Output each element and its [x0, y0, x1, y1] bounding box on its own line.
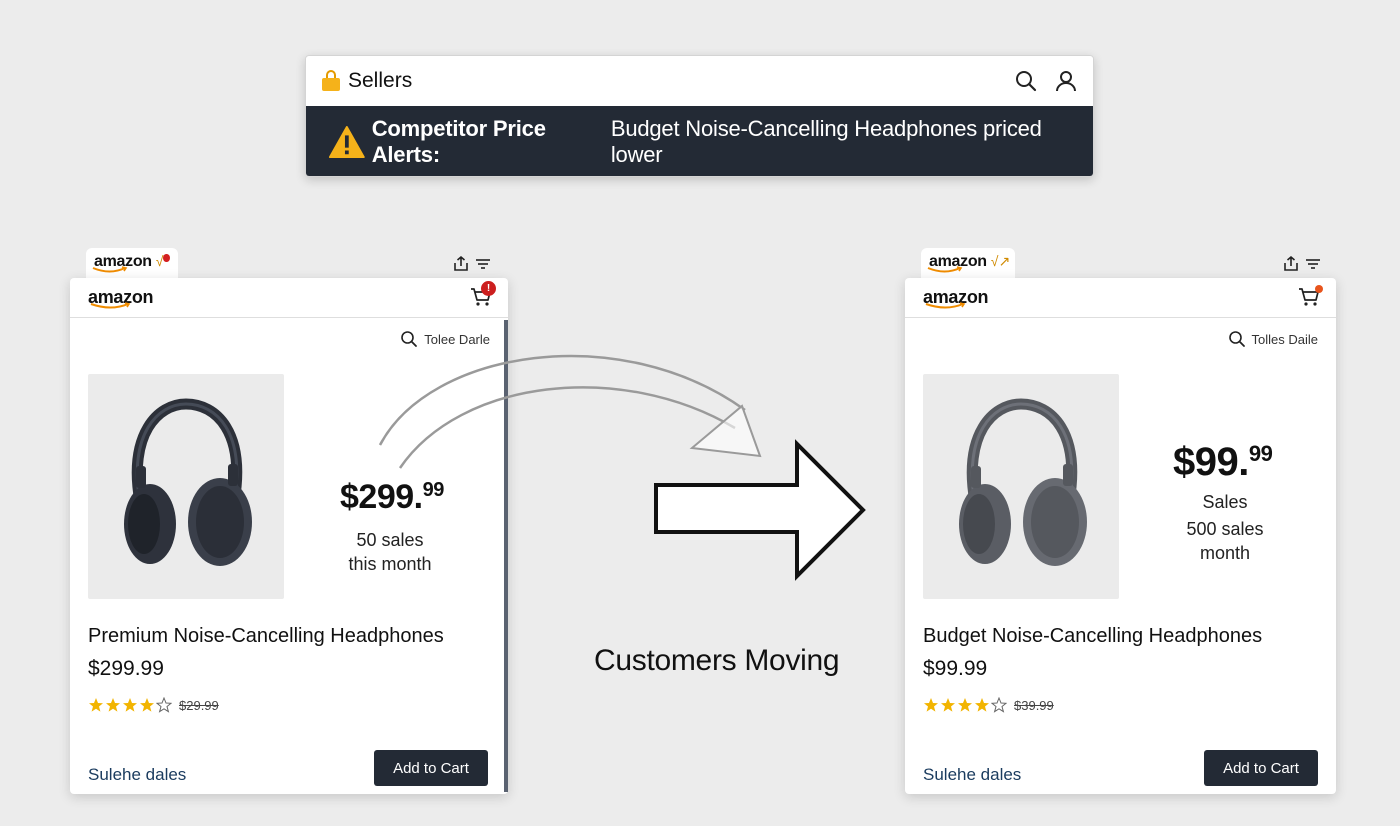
tab-check-mark: √ — [155, 253, 164, 269]
share-icon[interactable] — [1282, 255, 1300, 273]
price-cents: 99 — [1248, 441, 1273, 466]
sales-line-2: 500 sales — [1186, 519, 1264, 539]
shopping-bag-icon — [322, 70, 340, 91]
right-product-window: amazon Tolles Daile $99.99 Sales 500 sal… — [905, 278, 1336, 794]
rating-stars — [923, 697, 1008, 713]
right-toolbar-icons — [1282, 255, 1322, 273]
sales-line-3: month — [1199, 543, 1251, 563]
search-icon[interactable] — [1013, 68, 1039, 94]
seller-alert-window: Sellers Competitor Price Alerts: Budget … — [305, 55, 1094, 177]
search-row[interactable]: Tolles Daile — [1228, 330, 1318, 348]
alert-message: Budget Noise-Cancelling Headphones price… — [610, 116, 1042, 167]
left-browser-tab[interactable]: amazon √ — [86, 248, 178, 282]
price-main: $99. — [1173, 440, 1249, 484]
rating-row: $29.99 — [88, 697, 219, 713]
search-text: Tolles Daile — [1251, 331, 1318, 347]
block-arrow — [654, 439, 866, 581]
star-filled-icon — [140, 698, 154, 712]
amazon-smile-logo — [90, 302, 131, 309]
product-name[interactable]: Premium Noise-Cancelling Headphones — [88, 625, 444, 648]
premium-headphones-image[interactable] — [88, 374, 284, 599]
amazon-smile-logo — [925, 302, 966, 309]
product-price: $99.99 — [923, 657, 988, 680]
sales-line-1: Sales — [1202, 492, 1248, 512]
filter-icon[interactable] — [474, 255, 492, 273]
big-price: $99.99 — [1173, 440, 1273, 485]
customers-moving-label: Customers Moving — [594, 644, 840, 677]
product-name[interactable]: Budget Noise-Cancelling Headphones — [923, 625, 1262, 648]
amazon-smile-logo — [927, 266, 963, 273]
seller-title: Sellers — [348, 69, 413, 92]
star-filled-icon — [975, 698, 989, 712]
right-browser-tab[interactable]: amazon √↗ — [921, 248, 1015, 282]
budget-headphones-image[interactable] — [923, 374, 1119, 599]
star-filled-icon — [123, 698, 137, 712]
product-price: $299.99 — [88, 657, 164, 680]
filter-icon[interactable] — [1304, 255, 1322, 273]
headphones-icon — [959, 398, 1087, 566]
tab-check-mark: √↗ — [990, 253, 1011, 269]
tab-notification-dot — [163, 254, 170, 262]
star-filled-icon — [924, 698, 938, 712]
user-account-icon[interactable] — [1053, 68, 1079, 94]
star-filled-icon — [106, 698, 120, 712]
add-to-cart-button[interactable]: Add to Cart — [1204, 750, 1318, 786]
warning-icon — [328, 125, 365, 159]
alert-label: Competitor Price Alerts: — [371, 116, 546, 167]
star-filled-icon — [941, 698, 955, 712]
share-icon[interactable] — [452, 255, 470, 273]
cart-notification-dot — [1315, 285, 1323, 293]
rating-stars — [88, 697, 173, 713]
footer-link[interactable]: Sulehe dales — [88, 765, 186, 785]
star-filled-icon — [958, 698, 972, 712]
star-empty-icon — [991, 697, 1007, 713]
customer-flow-graphic — [378, 354, 866, 581]
sales-info: Sales 500 sales month — [1165, 490, 1285, 565]
star-filled-icon — [89, 698, 103, 712]
cart-alert-badge: ! — [481, 281, 496, 296]
right-window-header: amazon — [905, 278, 1336, 318]
add-to-cart-button[interactable]: Add to Cart — [374, 750, 488, 786]
seller-header-bar: Sellers — [306, 56, 1093, 106]
footer-link[interactable]: Sulehe dales — [923, 765, 1021, 785]
old-price: $29.99 — [179, 697, 219, 713]
headphones-icon — [124, 398, 252, 566]
left-toolbar-icons — [452, 255, 492, 273]
left-window-header: amazon ! — [70, 278, 508, 318]
amazon-smile-logo — [92, 266, 128, 273]
old-price: $39.99 — [1014, 697, 1054, 713]
competitor-alert-banner[interactable]: Competitor Price Alerts: Budget Noise-Ca… — [306, 106, 1093, 176]
search-icon — [1228, 331, 1245, 347]
curved-arrow-head — [689, 404, 762, 458]
star-empty-icon — [156, 697, 172, 713]
rating-row: $39.99 — [923, 697, 1054, 713]
